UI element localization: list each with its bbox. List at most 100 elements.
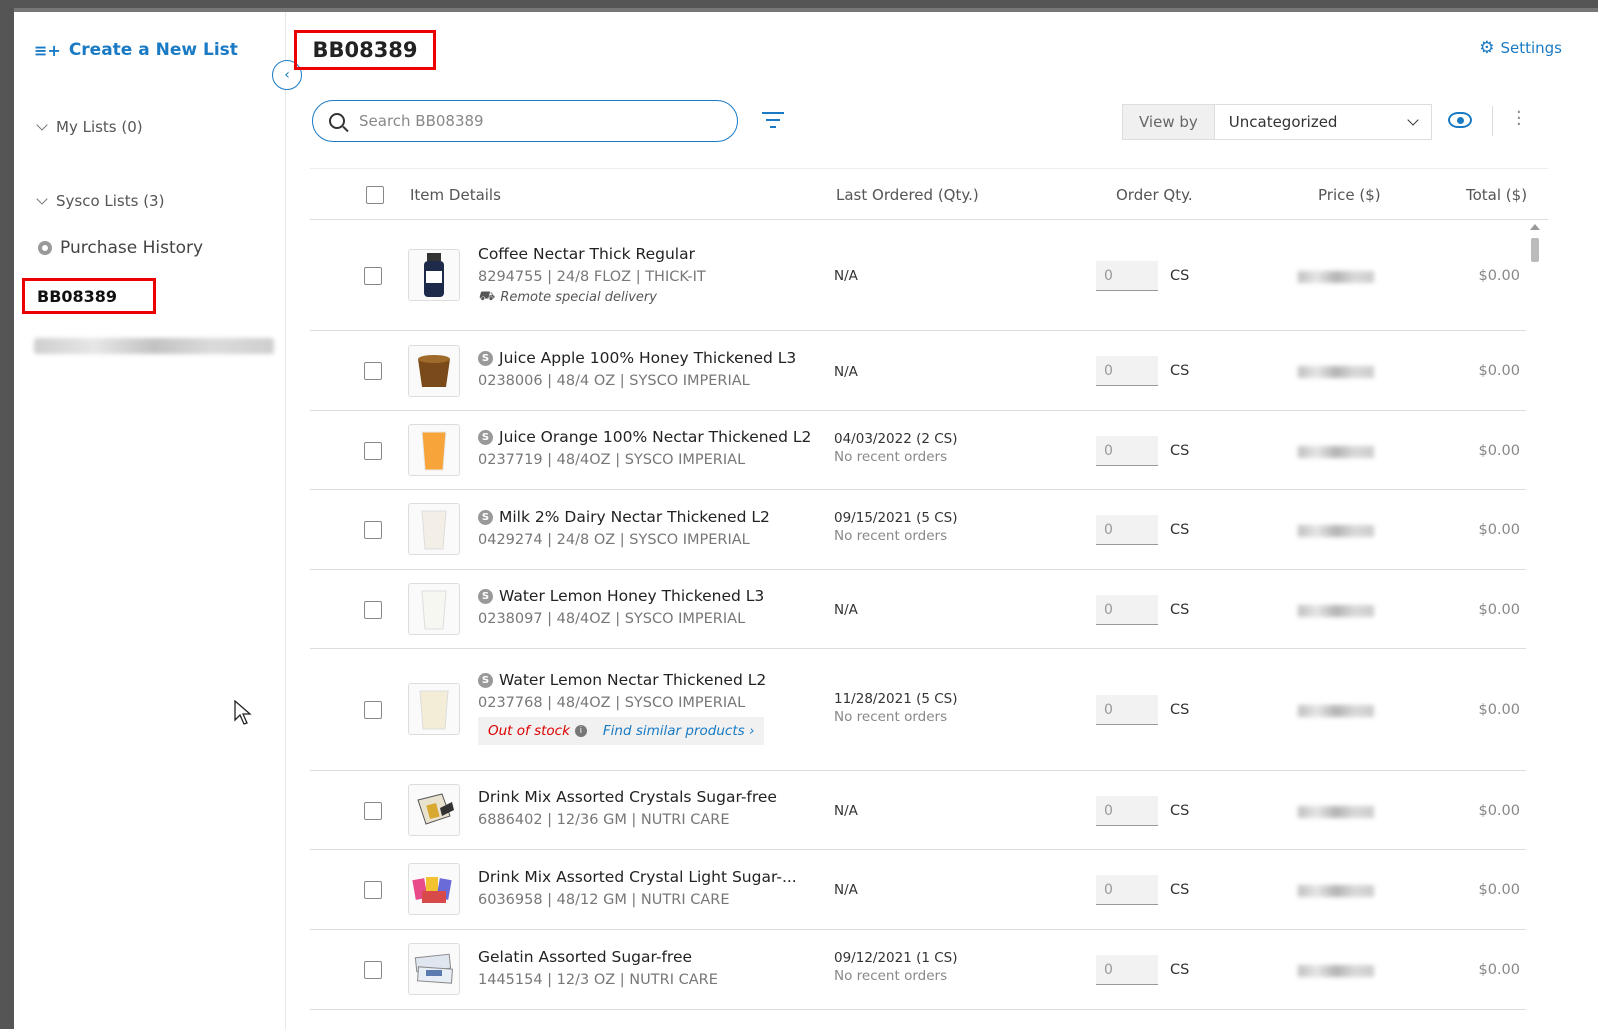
add-list-icon: ≡+ <box>34 40 61 60</box>
order-qty-input[interactable] <box>1096 436 1158 466</box>
sysco-brand-icon: S <box>478 429 493 445</box>
price-redacted <box>1298 366 1374 378</box>
row-checkbox[interactable] <box>364 802 382 820</box>
price-redacted <box>1298 806 1374 818</box>
order-qty-input[interactable] <box>1096 875 1158 905</box>
product-details: S Water Lemon Honey Thickened L3 0238097 … <box>478 587 764 627</box>
product-image[interactable] <box>408 583 460 635</box>
chevron-down-icon <box>36 119 48 131</box>
table-row: S Water Lemon Honey Thickened L3 0238097 … <box>310 570 1526 649</box>
price-redacted <box>1298 525 1374 537</box>
last-ordered: 09/12/2021 (1 CS) No recent orders <box>834 950 958 984</box>
last-ordered: N/A <box>834 364 858 380</box>
sidebar-group-my-lists[interactable]: My Lists (0) <box>36 118 143 136</box>
view-by-label: View by <box>1123 105 1215 139</box>
product-meta: 0238006 | 48/4 OZ | SYSCO IMPERIAL <box>478 373 750 389</box>
last-ordered: 11/28/2021 (5 CS) No recent orders <box>834 691 958 725</box>
create-new-list-button[interactable]: ≡+ Create a New List <box>34 40 238 60</box>
product-name[interactable]: S Milk 2% Dairy Nectar Thickened L2 <box>478 508 770 526</box>
row-checkbox[interactable] <box>364 267 382 285</box>
filter-icon[interactable] <box>762 112 784 130</box>
order-qty-input[interactable] <box>1096 955 1158 985</box>
sidebar-group-sysco-lists[interactable]: Sysco Lists (3) <box>36 192 164 210</box>
product-name[interactable]: S Juice Apple 100% Honey Thickened L3 <box>478 349 796 367</box>
sidebar-item-redacted[interactable] <box>34 338 274 354</box>
order-qty-input[interactable] <box>1096 695 1158 725</box>
row-checkbox[interactable] <box>364 701 382 719</box>
product-image[interactable] <box>408 683 460 735</box>
sidebar-item-purchase-history[interactable]: Purchase History <box>38 238 203 258</box>
app-window: ≡+ Create a New List My Lists (0) Sysco … <box>14 8 1598 1029</box>
product-name[interactable]: S Water Lemon Honey Thickened L3 <box>478 587 764 605</box>
unit-label: CS <box>1170 602 1190 618</box>
unit-label: CS <box>1170 268 1190 284</box>
product-name[interactable]: Gelatin Assorted Sugar-free <box>478 948 718 966</box>
product-image[interactable] <box>408 345 460 397</box>
product-name[interactable]: S Juice Orange 100% Nectar Thickened L2 <box>478 428 811 446</box>
search-bar[interactable] <box>312 100 738 142</box>
search-input[interactable] <box>359 112 719 130</box>
scrollbar-thumb[interactable] <box>1531 238 1539 262</box>
view-by-select[interactable]: Uncategorized <box>1215 105 1431 139</box>
table-row: S Juice Apple 100% Honey Thickened L3 023… <box>310 331 1526 411</box>
product-name[interactable]: Drink Mix Assorted Crystals Sugar-free <box>478 788 777 806</box>
table-row: Drink Mix Assorted Crystals Sugar-free 6… <box>310 771 1526 850</box>
product-meta: 0238097 | 48/4OZ | SYSCO IMPERIAL <box>478 611 746 627</box>
product-image[interactable] <box>408 784 460 836</box>
out-of-stock-banner: Out of stock i Find similar products › <box>478 717 765 745</box>
view-by-dropdown[interactable]: View by Uncategorized <box>1122 104 1432 140</box>
scroll-up-icon[interactable] <box>1530 224 1540 230</box>
row-checkbox[interactable] <box>364 881 382 899</box>
sidebar: ≡+ Create a New List My Lists (0) Sysco … <box>14 12 286 1029</box>
last-ordered-sub: No recent orders <box>834 528 948 544</box>
row-checkbox[interactable] <box>364 601 382 619</box>
order-qty-input[interactable] <box>1096 356 1158 386</box>
last-ordered-sub: No recent orders <box>834 709 948 725</box>
table-row: S Milk 2% Dairy Nectar Thickened L2 04292… <box>310 490 1526 570</box>
row-checkbox[interactable] <box>364 442 382 460</box>
price-redacted <box>1298 885 1374 897</box>
main-content: BB08389 ⚙ Settings View by Uncategorized… <box>286 12 1598 1029</box>
truck-icon: ⛟ <box>478 289 495 304</box>
column-last-ordered: Last Ordered (Qty.) <box>836 186 979 204</box>
select-all-checkbox[interactable] <box>366 186 384 204</box>
sidebar-item-active-list[interactable]: BB08389 <box>22 278 156 314</box>
order-qty-input[interactable] <box>1096 261 1158 291</box>
product-name[interactable]: Coffee Nectar Thick Regular <box>478 245 706 263</box>
create-new-list-label: Create a New List <box>68 40 238 60</box>
column-item-details: Item Details <box>410 186 501 204</box>
info-icon[interactable]: i <box>574 725 587 737</box>
sysco-brand-icon: S <box>478 350 493 366</box>
row-checkbox[interactable] <box>364 362 382 380</box>
product-image[interactable] <box>408 249 460 301</box>
product-meta: 0237719 | 48/4OZ | SYSCO IMPERIAL <box>478 452 746 468</box>
row-total: $0.00 <box>1478 882 1520 898</box>
row-total: $0.00 <box>1478 443 1520 459</box>
product-image[interactable] <box>408 863 460 915</box>
order-qty-input[interactable] <box>1096 595 1158 625</box>
product-name[interactable]: S Water Lemon Nectar Thickened L2 <box>478 671 766 689</box>
table-scrollbar[interactable] <box>1526 222 1544 1029</box>
find-similar-products-link[interactable]: Find similar products › <box>603 723 754 739</box>
more-options-icon[interactable]: · · · <box>1516 104 1522 134</box>
eye-icon[interactable] <box>1448 112 1472 128</box>
last-ordered: N/A <box>834 602 858 618</box>
product-name[interactable]: Drink Mix Assorted Crystal Light Sugar-.… <box>478 868 797 886</box>
product-image[interactable] <box>408 503 460 555</box>
row-checkbox[interactable] <box>364 961 382 979</box>
price-redacted <box>1298 446 1374 458</box>
chevron-down-icon <box>1407 114 1419 126</box>
product-meta: 6886402 | 12/36 GM | NUTRI CARE <box>478 812 730 828</box>
row-total: $0.00 <box>1478 268 1520 284</box>
order-qty-input[interactable] <box>1096 796 1158 826</box>
row-checkbox[interactable] <box>364 521 382 539</box>
unit-label: CS <box>1170 882 1190 898</box>
last-ordered: 09/15/2021 (5 CS) No recent orders <box>834 510 958 544</box>
last-ordered-date: 09/12/2021 (1 CS) <box>834 950 958 966</box>
product-image[interactable] <box>408 943 460 995</box>
sysco-brand-icon: S <box>478 588 493 604</box>
settings-button[interactable]: ⚙ Settings <box>1479 38 1562 58</box>
order-qty-input[interactable] <box>1096 515 1158 545</box>
sysco-brand-icon: S <box>478 672 493 688</box>
product-image[interactable] <box>408 424 460 476</box>
